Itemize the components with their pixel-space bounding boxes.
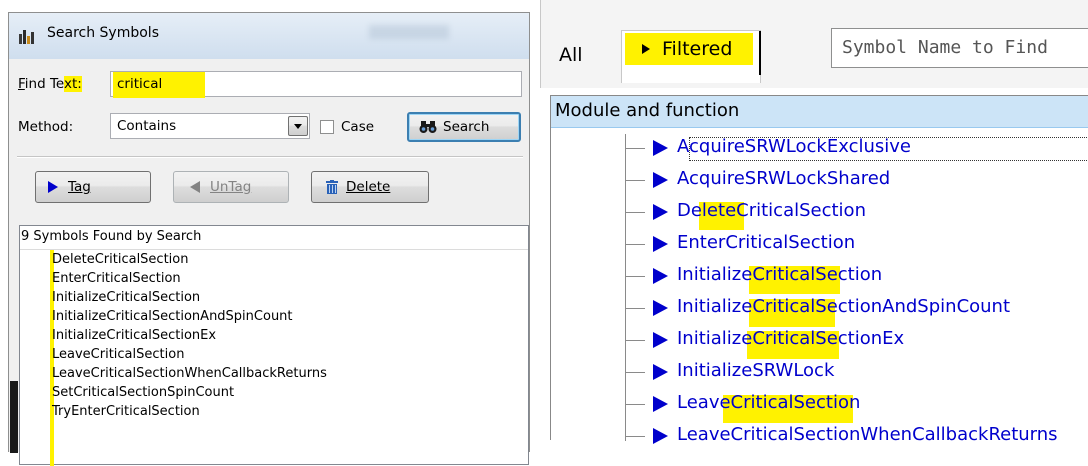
tree-item[interactable]: AcquireSRWLockShared [677,168,890,189]
play-arrow-icon [653,268,668,284]
symbol-tree[interactable]: Module and function AcquireSRWLockExclus… [550,95,1088,445]
tree-item[interactable]: EnterCriticalSection [677,232,855,253]
search-button-label: Search [443,119,490,135]
play-arrow-icon [653,396,668,412]
play-arrow-icon [653,204,668,220]
trash-icon [326,180,338,194]
title-bar: Search Symbols [9,13,529,59]
list-item[interactable]: InitializeCriticalSectionAndSpinCount [52,309,293,324]
untag-button-label: UnTag [210,179,252,195]
symbol-search-placeholder: Symbol Name to Find [842,37,1048,58]
method-dropdown-button[interactable] [288,116,308,136]
tree-item[interactable]: LeaveCriticalSection [677,392,860,413]
tree-connector [625,340,645,341]
case-label: Case [341,119,375,135]
list-item[interactable]: LeaveCriticalSection [52,347,184,362]
play-arrow-icon [642,44,650,54]
play-arrow-icon [653,300,668,316]
tree-item[interactable]: LeaveCriticalSectionWhenCallbackReturns [677,424,1058,445]
search-symbols-dialog: Search Symbols Find Text: critical Metho… [8,12,530,466]
find-text-input[interactable]: critical [110,71,522,98]
tree-item[interactable]: DeleteCriticalSection [677,200,866,221]
tab-filtered[interactable]: Filtered [621,30,761,83]
list-item[interactable]: InitializeCriticalSectionEx [52,328,216,343]
method-select[interactable]: Contains [110,113,310,139]
delete-button[interactable]: Delete [311,171,429,203]
tree-connector [625,436,645,437]
find-text-label: Find Text: [18,76,82,92]
tree-header-label: Module and function [555,100,740,121]
tree-connector [625,404,645,405]
app-icon [19,30,34,44]
binoculars-icon [419,121,437,133]
dialog-title: Search Symbols [47,25,159,41]
text-cursor [759,31,761,75]
list-item[interactable]: InitializeCriticalSection [52,290,200,305]
untag-button[interactable]: UnTag [173,171,289,203]
list-item[interactable]: SetCriticalSectionSpinCount [52,385,234,400]
tree-connector [625,180,645,181]
method-value: Contains [117,118,177,134]
tree-item[interactable]: AcquireSRWLockExclusive [677,136,911,157]
play-arrow-icon [653,428,668,444]
separator [17,156,523,158]
delete-button-label: Delete [346,179,391,195]
tree-item[interactable]: InitializeCriticalSectionEx [677,328,904,349]
list-item[interactable]: LeaveCriticalSectionWhenCallbackReturns [52,366,327,381]
play-arrow-icon [653,332,668,348]
tree-connector [625,148,645,149]
results-header: 9 Symbols Found by Search [21,229,202,244]
tree-connector [625,244,645,245]
results-list[interactable]: 9 Symbols Found by Search DeleteCritical… [19,225,529,466]
play-arrow-icon [48,181,58,193]
play-arrow-icon [653,236,668,252]
play-arrow-icon [653,140,668,156]
symbol-panel: All Filtered Symbol Name to Find Module … [540,0,1088,445]
symbol-search-input[interactable]: Symbol Name to Find [831,28,1088,68]
tag-button-label: Tag [68,179,91,195]
tab-strip: All Filtered Symbol Name to Find [540,0,1088,88]
results-header-divider [20,249,528,250]
tag-button[interactable]: Tag [35,171,151,203]
tree-header: Module and function [551,96,1088,128]
find-text-value: critical [117,76,163,92]
tree-connector [625,372,645,373]
tab-filtered-label: Filtered [662,38,733,60]
tree-connector [625,276,645,277]
case-checkbox[interactable] [320,120,334,134]
tree-connector [625,308,645,309]
dropdown-arrow-icon [294,123,302,129]
tree-connector [625,212,645,213]
tab-all[interactable]: All [559,44,583,66]
method-label: Method: [18,119,74,135]
title-bar-blur [369,25,449,39]
list-item[interactable]: TryEnterCriticalSection [52,404,200,419]
back-arrow-icon [190,181,200,193]
window-edge [10,381,18,453]
tree-item[interactable]: InitializeCriticalSection [677,264,882,285]
search-button[interactable]: Search [407,112,521,142]
tree-item[interactable]: InitializeSRWLock [677,360,834,381]
play-arrow-icon [653,172,668,188]
list-item[interactable]: DeleteCriticalSection [52,252,188,267]
play-arrow-icon [653,364,668,380]
tree-item[interactable]: InitializeCriticalSectionAndSpinCount [677,296,1010,317]
list-item[interactable]: EnterCriticalSection [52,271,181,286]
